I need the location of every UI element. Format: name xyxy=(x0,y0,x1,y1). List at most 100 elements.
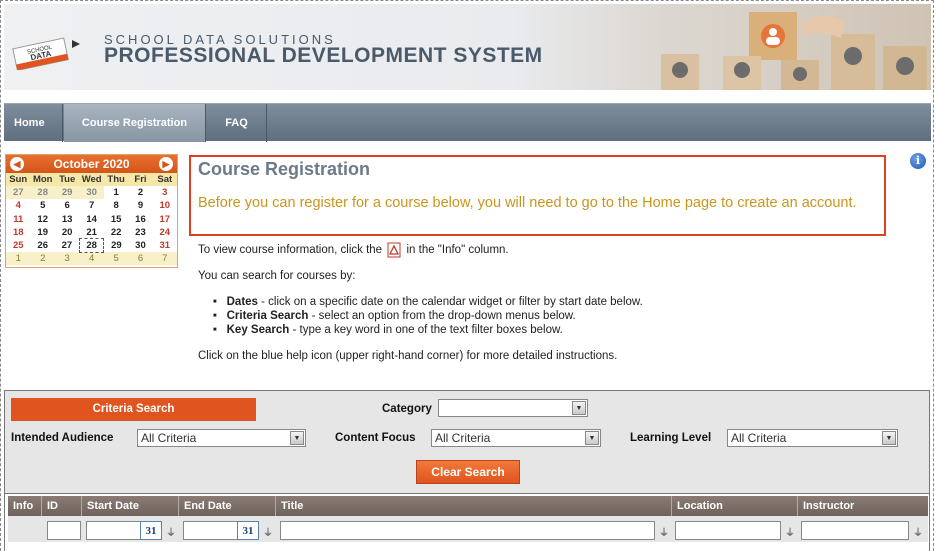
content-focus-select[interactable]: All Criteria ▼ xyxy=(431,429,601,447)
calendar-day[interactable]: 7 xyxy=(152,252,177,266)
calendar-day[interactable]: 11 xyxy=(6,213,30,226)
info-instruction-suffix: in the "Info" column. xyxy=(406,244,509,257)
weekday-label: Mon xyxy=(30,173,55,187)
search-methods-list: Dates - click on a specific date on the … xyxy=(223,295,643,337)
location-filter-input[interactable] xyxy=(675,521,781,540)
title-filter-input[interactable] xyxy=(280,521,655,540)
calendar-day[interactable]: 17 xyxy=(153,213,177,226)
calendar-day[interactable]: 5 xyxy=(30,199,55,212)
calendar-day[interactable]: 4 xyxy=(6,199,30,212)
filter-icon[interactable]: ⏚ xyxy=(263,524,273,539)
column-header-instructor[interactable]: Instructor xyxy=(798,496,928,516)
page-title: Course Registration xyxy=(198,159,371,179)
calendar-day[interactable]: 13 xyxy=(55,213,79,226)
filter-icon[interactable]: ⏚ xyxy=(659,524,669,539)
calendar-day[interactable]: 8 xyxy=(104,199,128,212)
chevron-down-icon: ▼ xyxy=(290,431,304,445)
calendar-day[interactable]: 21 xyxy=(79,226,104,239)
calendar-day-today[interactable]: 28 xyxy=(78,238,105,253)
criteria-search-header: Criteria Search xyxy=(11,398,256,421)
weekday-label: Sat xyxy=(152,173,177,187)
calendar-day[interactable]: 4 xyxy=(79,252,104,266)
filter-icon[interactable]: ⏚ xyxy=(785,524,795,539)
method-term: Key Search xyxy=(226,324,290,336)
info-icon[interactable]: i xyxy=(910,153,926,169)
calendar-day[interactable]: 16 xyxy=(128,213,152,226)
calendar-day[interactable]: 1 xyxy=(6,252,31,266)
weekday-label: Thu xyxy=(103,173,129,187)
category-select[interactable]: ▼ xyxy=(438,399,588,417)
column-header-end-date[interactable]: End Date xyxy=(179,496,276,516)
next-month-icon[interactable]: ▶ xyxy=(159,157,173,171)
calendar-day[interactable]: 30 xyxy=(128,239,152,252)
audience-value: All Criteria xyxy=(141,431,197,445)
calendar-day[interactable]: 23 xyxy=(128,226,152,239)
calendar-day[interactable]: 29 xyxy=(54,186,80,200)
calendar-day[interactable]: 9 xyxy=(128,199,152,212)
brand-title: PROFESSIONAL DEVELOPMENT SYSTEM xyxy=(104,44,543,67)
learning-level-value: All Criteria xyxy=(731,431,787,445)
account-notice: Before you can register for a course bel… xyxy=(198,195,857,211)
calendar-day[interactable]: 30 xyxy=(79,186,104,200)
learning-level-select[interactable]: All Criteria ▼ xyxy=(727,429,898,447)
calendar-day[interactable]: 12 xyxy=(30,213,55,226)
clear-search-button[interactable]: Clear Search xyxy=(416,460,520,484)
calendar-icon[interactable]: 31 xyxy=(140,521,162,540)
learning-level-label: Learning Level xyxy=(630,432,712,444)
calendar-day[interactable]: 1 xyxy=(104,186,128,199)
column-header-location[interactable]: Location xyxy=(672,496,798,516)
calendar-day[interactable]: 28 xyxy=(30,186,55,200)
calendar-day[interactable]: 31 xyxy=(153,239,177,252)
school-data-logo: SCHOOL DATA xyxy=(12,37,80,70)
filter-row: 31 ⏚ 31 ⏚ ⏚ ⏚ ⏚ xyxy=(8,516,928,542)
calendar-day[interactable]: 25 xyxy=(6,239,30,252)
list-item: Criteria Search - select an option from … xyxy=(223,309,643,323)
column-header-start-date[interactable]: Start Date xyxy=(82,496,179,516)
nav-home[interactable]: Home xyxy=(4,104,63,142)
calendar-day[interactable]: 2 xyxy=(128,186,152,199)
calendar-day[interactable]: 27 xyxy=(55,239,79,252)
nav-faq[interactable]: FAQ xyxy=(207,104,267,142)
filter-icon[interactable]: ⏚ xyxy=(166,524,176,539)
course-grid: Info ID Start Date End Date Title Locati… xyxy=(4,494,930,551)
calendar-day[interactable]: 3 xyxy=(153,186,177,199)
calendar-day[interactable]: 10 xyxy=(153,199,177,212)
main-nav: Home Course Registration FAQ xyxy=(4,103,931,142)
calendar-day[interactable]: 6 xyxy=(128,252,153,266)
column-header-title[interactable]: Title xyxy=(276,496,672,516)
calendar-day[interactable]: 14 xyxy=(79,213,104,226)
column-header-id[interactable]: ID xyxy=(42,496,82,516)
calendar-day[interactable]: 27 xyxy=(6,186,31,200)
grid-header: Info ID Start Date End Date Title Locati… xyxy=(8,496,928,516)
method-text: - type a key word in one of the text fil… xyxy=(289,324,563,336)
calendar-day[interactable]: 24 xyxy=(153,226,177,239)
page: SCHOOL DATA SCHOOL DATA SOLUTIONS PROFES… xyxy=(0,0,934,551)
calendar-day[interactable]: 15 xyxy=(104,213,128,226)
id-filter-input[interactable] xyxy=(47,521,81,540)
calendar-grid: Sun Mon Tue Wed Thu Fri Sat 27 28 29 30 … xyxy=(6,173,177,266)
calendar-day[interactable]: 29 xyxy=(104,239,128,252)
filter-icon[interactable]: ⏚ xyxy=(913,524,923,539)
weekday-label: Fri xyxy=(128,173,153,187)
prev-month-icon[interactable]: ◀ xyxy=(10,157,24,171)
calendar-day[interactable]: 3 xyxy=(54,252,80,266)
calendar-day[interactable]: 6 xyxy=(55,199,79,212)
calendar-header: ◀ October 2020 ▶ xyxy=(6,155,177,173)
calendar-icon[interactable]: 31 xyxy=(237,521,259,540)
calendar-day[interactable]: 22 xyxy=(104,226,128,239)
column-header-info[interactable]: Info xyxy=(8,496,42,516)
help-note: Click on the blue help icon (upper right… xyxy=(198,350,618,362)
info-instruction: To view course information, click the in… xyxy=(198,242,509,258)
calendar-day[interactable]: 18 xyxy=(6,226,30,239)
calendar-day[interactable]: 20 xyxy=(55,226,79,239)
calendar-day[interactable]: 19 xyxy=(30,226,55,239)
audience-select[interactable]: All Criteria ▼ xyxy=(137,429,306,447)
calendar-day[interactable]: 7 xyxy=(79,199,104,212)
instructor-filter-input[interactable] xyxy=(801,521,909,540)
calendar-day[interactable]: 26 xyxy=(30,239,55,252)
nav-course-registration[interactable]: Course Registration xyxy=(64,104,206,142)
calendar-day[interactable]: 2 xyxy=(30,252,55,266)
pdf-icon xyxy=(387,242,401,258)
calendar-day[interactable]: 5 xyxy=(103,252,129,266)
calendar-month: October 2020 xyxy=(53,157,130,171)
